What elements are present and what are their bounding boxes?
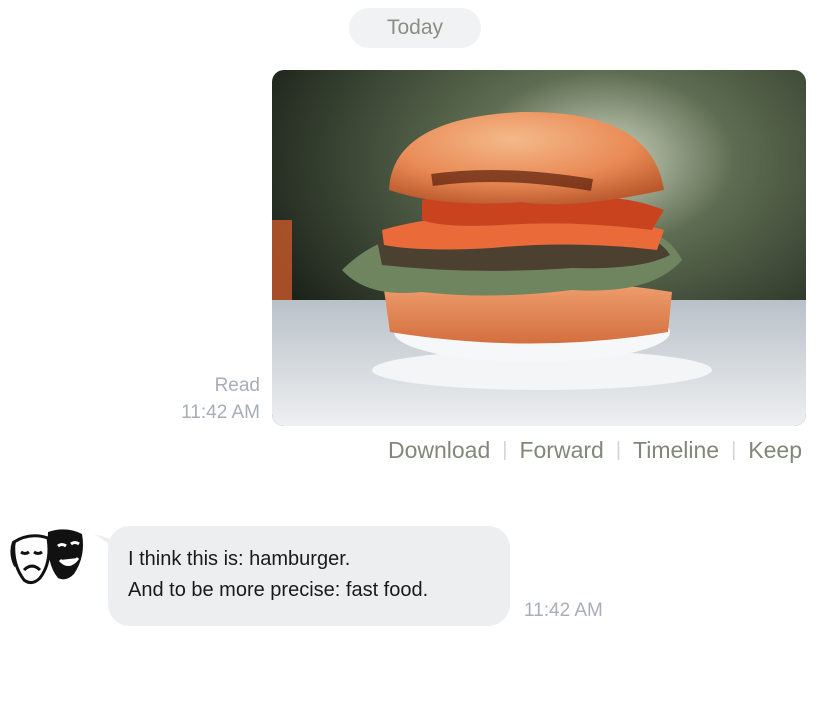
message-line-1: I think this is: hamburger. (128, 548, 351, 570)
message-line-2: And to be more precise: fast food. (128, 579, 429, 601)
outgoing-time: 11:42 AM (181, 402, 260, 423)
action-divider: | (502, 439, 508, 461)
action-divider: | (731, 439, 737, 461)
hamburger-image (272, 70, 806, 426)
image-actions-bar: Download | Forward | Timeline | Keep (388, 437, 802, 464)
timeline-button[interactable]: Timeline (633, 437, 719, 464)
action-divider: | (615, 439, 622, 461)
chat-window: Today Read 11:42 AM Download | Forward |… (0, 0, 832, 728)
date-divider: Today (349, 8, 481, 48)
incoming-message-bubble[interactable]: I think this is: hamburger. And to be mo… (108, 526, 510, 626)
image-message[interactable] (272, 70, 806, 426)
message-text: I think this is: hamburger. And to be mo… (128, 544, 428, 606)
incoming-time: 11:42 AM (524, 600, 603, 621)
forward-button[interactable]: Forward (519, 437, 603, 464)
theater-masks-icon[interactable] (10, 524, 88, 586)
keep-button[interactable]: Keep (748, 437, 802, 464)
read-status: Read (214, 375, 260, 396)
download-button[interactable]: Download (388, 437, 490, 464)
date-divider-label: Today (386, 16, 444, 39)
outgoing-meta: Read 11:42 AM (181, 372, 260, 426)
